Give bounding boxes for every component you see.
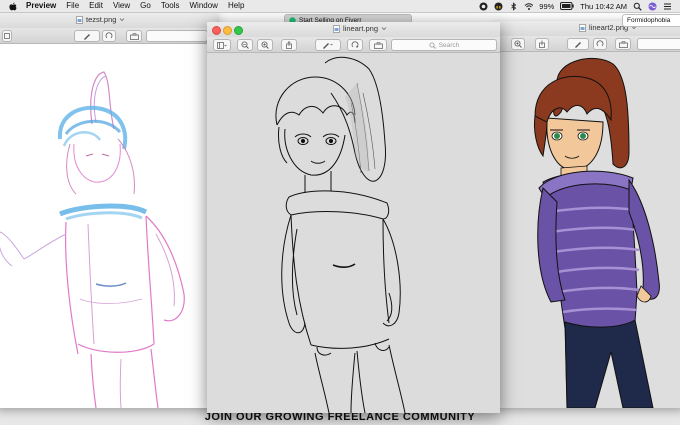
chevron-down-icon — [381, 27, 387, 31]
share-button[interactable] — [281, 39, 297, 51]
sidebar-toggle-button[interactable] — [213, 39, 231, 51]
menu-clock[interactable]: Thu 10:42 AM — [580, 2, 627, 11]
window-titlebar[interactable]: tezst.png — [0, 13, 217, 29]
sidebar-toggle-button[interactable] — [2, 30, 12, 42]
search-placeholder: Search — [438, 41, 460, 49]
toolbox-button[interactable] — [126, 30, 142, 42]
menu-go[interactable]: Go — [140, 0, 151, 12]
window-titlebar[interactable]: lineart.png — [207, 22, 500, 38]
close-icon[interactable] — [212, 26, 221, 35]
markup-pen-button[interactable] — [315, 39, 341, 51]
search-icon — [429, 42, 436, 49]
pen-icon — [323, 43, 333, 49]
share-icon — [539, 40, 545, 48]
minimize-icon[interactable] — [223, 26, 232, 35]
headphones-icon[interactable] — [494, 2, 503, 11]
search-field-left[interactable] — [146, 30, 208, 42]
markup-pen-button[interactable] — [567, 38, 589, 50]
status-area: 99% Thu 10:42 AM — [479, 0, 680, 12]
toolbox-icon — [129, 32, 139, 40]
search-field-right[interactable] — [637, 38, 680, 50]
browser-tab-formidophobia[interactable]: Formidophobia — [622, 14, 680, 27]
menu-file[interactable]: File — [66, 0, 79, 12]
chevron-down-icon — [120, 18, 125, 22]
toolbox-icon — [618, 40, 628, 48]
rotate-button[interactable] — [593, 38, 607, 50]
sidebar-icon — [217, 41, 227, 49]
menu-tools[interactable]: Tools — [161, 0, 180, 12]
zoom-in-icon — [514, 40, 522, 48]
sketch-drawing — [0, 71, 185, 408]
menu-help[interactable]: Help — [228, 0, 244, 12]
zoom-in-button[interactable] — [257, 39, 273, 51]
share-button[interactable] — [535, 38, 549, 50]
toolbox-icon — [373, 41, 383, 49]
image-canvas-lineart — [207, 53, 500, 413]
preview-window-tezst: tezst.png — [0, 13, 217, 408]
window-toolbar: Search — [207, 37, 500, 53]
creative-cloud-icon[interactable] — [479, 2, 488, 11]
zoom-in-button[interactable] — [511, 38, 525, 50]
zoom-out-button[interactable] — [237, 39, 253, 51]
window-title: tezst.png — [76, 15, 125, 24]
toolbox-button[interactable] — [615, 38, 631, 50]
window-title: lineart.png — [333, 24, 387, 33]
rotate-icon — [596, 40, 604, 47]
rotate-icon — [105, 32, 113, 39]
zoom-in-icon — [261, 41, 269, 49]
rotate-button[interactable] — [347, 39, 363, 51]
battery-icon[interactable] — [560, 2, 574, 11]
search-field[interactable]: Search — [391, 39, 497, 51]
menu-app-name[interactable]: Preview — [26, 0, 56, 12]
pen-icon — [574, 42, 581, 48]
bluetooth-icon[interactable] — [509, 1, 518, 11]
window-toolbar — [0, 28, 217, 44]
colored-drawing — [534, 57, 660, 408]
share-icon — [286, 41, 292, 49]
image-canvas-sketch — [0, 44, 217, 408]
menu-bar: Preview File Edit View Go Tools Window H… — [0, 0, 680, 13]
preview-window-lineart: lineart.png Search — [207, 22, 500, 413]
lineart-drawing — [275, 56, 406, 413]
apple-menu-icon[interactable] — [8, 2, 18, 11]
browser-tab-formidophobia-label: Formidophobia — [627, 17, 671, 24]
rotate-button[interactable] — [102, 30, 116, 42]
spotlight-icon[interactable] — [633, 2, 642, 11]
siri-icon[interactable] — [648, 2, 657, 11]
zoom-out-icon — [241, 41, 249, 49]
toolbox-button[interactable] — [369, 39, 387, 51]
menu-view[interactable]: View — [113, 0, 130, 12]
menu-window[interactable]: Window — [190, 0, 218, 12]
battery-percent: 99% — [539, 1, 555, 11]
window-toolbar — [495, 36, 680, 52]
png-file-icon — [333, 24, 340, 33]
zoom-window-icon[interactable] — [234, 26, 243, 35]
png-file-icon — [579, 23, 586, 32]
notification-center-icon[interactable] — [663, 2, 672, 11]
preview-window-lineart2: lineart2.png — [495, 21, 680, 408]
markup-pen-button[interactable] — [74, 30, 100, 42]
pen-icon — [83, 34, 90, 40]
wifi-icon[interactable] — [524, 2, 534, 11]
image-canvas-colored — [495, 52, 680, 408]
menu-edit[interactable]: Edit — [89, 0, 103, 12]
rotate-icon — [351, 41, 359, 48]
png-file-icon — [76, 15, 83, 24]
